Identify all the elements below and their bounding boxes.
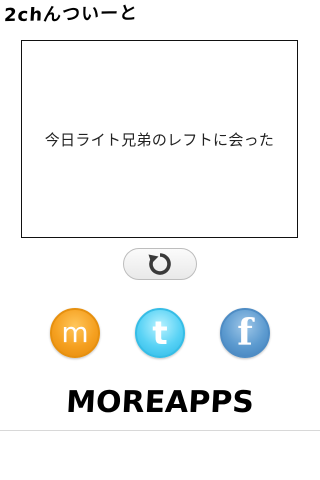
app-screen: 2chんついーと 今日ライト兄弟のレフトに会った m t f MOREAPPS (0, 0, 320, 480)
mixi-icon: m (61, 316, 89, 349)
facebook-share-button[interactable]: f (220, 308, 270, 358)
divider (0, 430, 320, 431)
twitter-icon: t (152, 314, 168, 352)
tweet-display-box: 今日ライト兄弟のレフトに会った (21, 40, 298, 238)
mixi-share-button[interactable]: m (50, 308, 100, 358)
refresh-button[interactable] (123, 248, 197, 280)
more-apps-button[interactable]: MOREAPPS (0, 385, 320, 420)
refresh-icon (148, 253, 171, 275)
twitter-share-button[interactable]: t (135, 308, 185, 358)
app-title: 2chんついーと (3, 2, 139, 27)
tweet-text: 今日ライト兄弟のレフトに会った (44, 130, 275, 149)
facebook-icon: f (237, 312, 253, 354)
